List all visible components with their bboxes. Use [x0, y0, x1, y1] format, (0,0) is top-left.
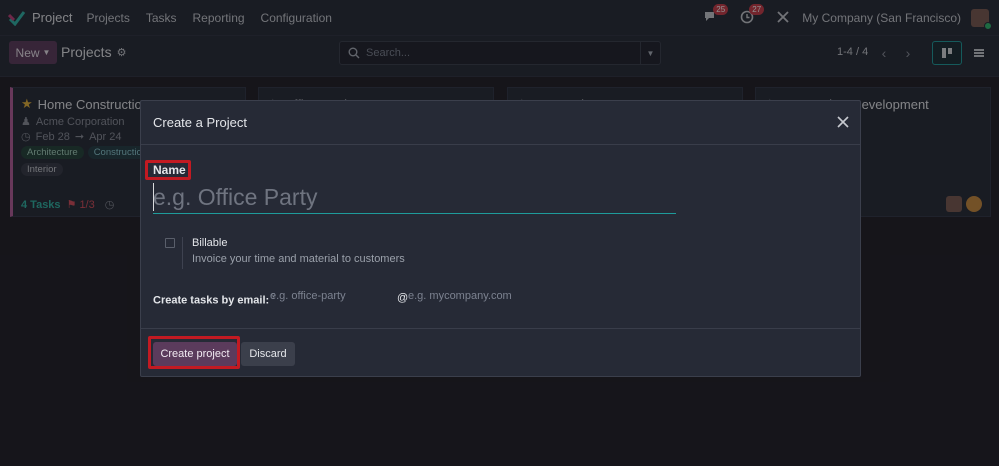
- dialog-footer: Create project Discard: [141, 328, 860, 376]
- email-alias-input[interactable]: [270, 290, 390, 302]
- dialog-header: Create a Project: [141, 101, 860, 145]
- divider: [182, 237, 183, 269]
- at-sign: @: [397, 292, 409, 304]
- discard-button[interactable]: Discard: [241, 342, 295, 366]
- dialog-title: Create a Project: [153, 115, 247, 130]
- email-alias-label-text: Create tasks by email:: [153, 294, 270, 307]
- project-name-input[interactable]: [153, 181, 676, 214]
- text-cursor: [153, 183, 154, 211]
- billable-description: Invoice your time and material to custom…: [192, 253, 405, 265]
- close-icon[interactable]: [836, 115, 850, 129]
- create-project-button[interactable]: Create project: [153, 342, 237, 366]
- billable-checkbox[interactable]: [165, 238, 175, 248]
- billable-label: Billable: [192, 237, 228, 249]
- create-project-dialog: Create a Project Name Billable Invoice y…: [140, 100, 861, 377]
- email-alias-label: Create tasks by email:?: [153, 292, 276, 307]
- email-domain-input[interactable]: [408, 290, 568, 302]
- name-label: Name: [153, 163, 186, 177]
